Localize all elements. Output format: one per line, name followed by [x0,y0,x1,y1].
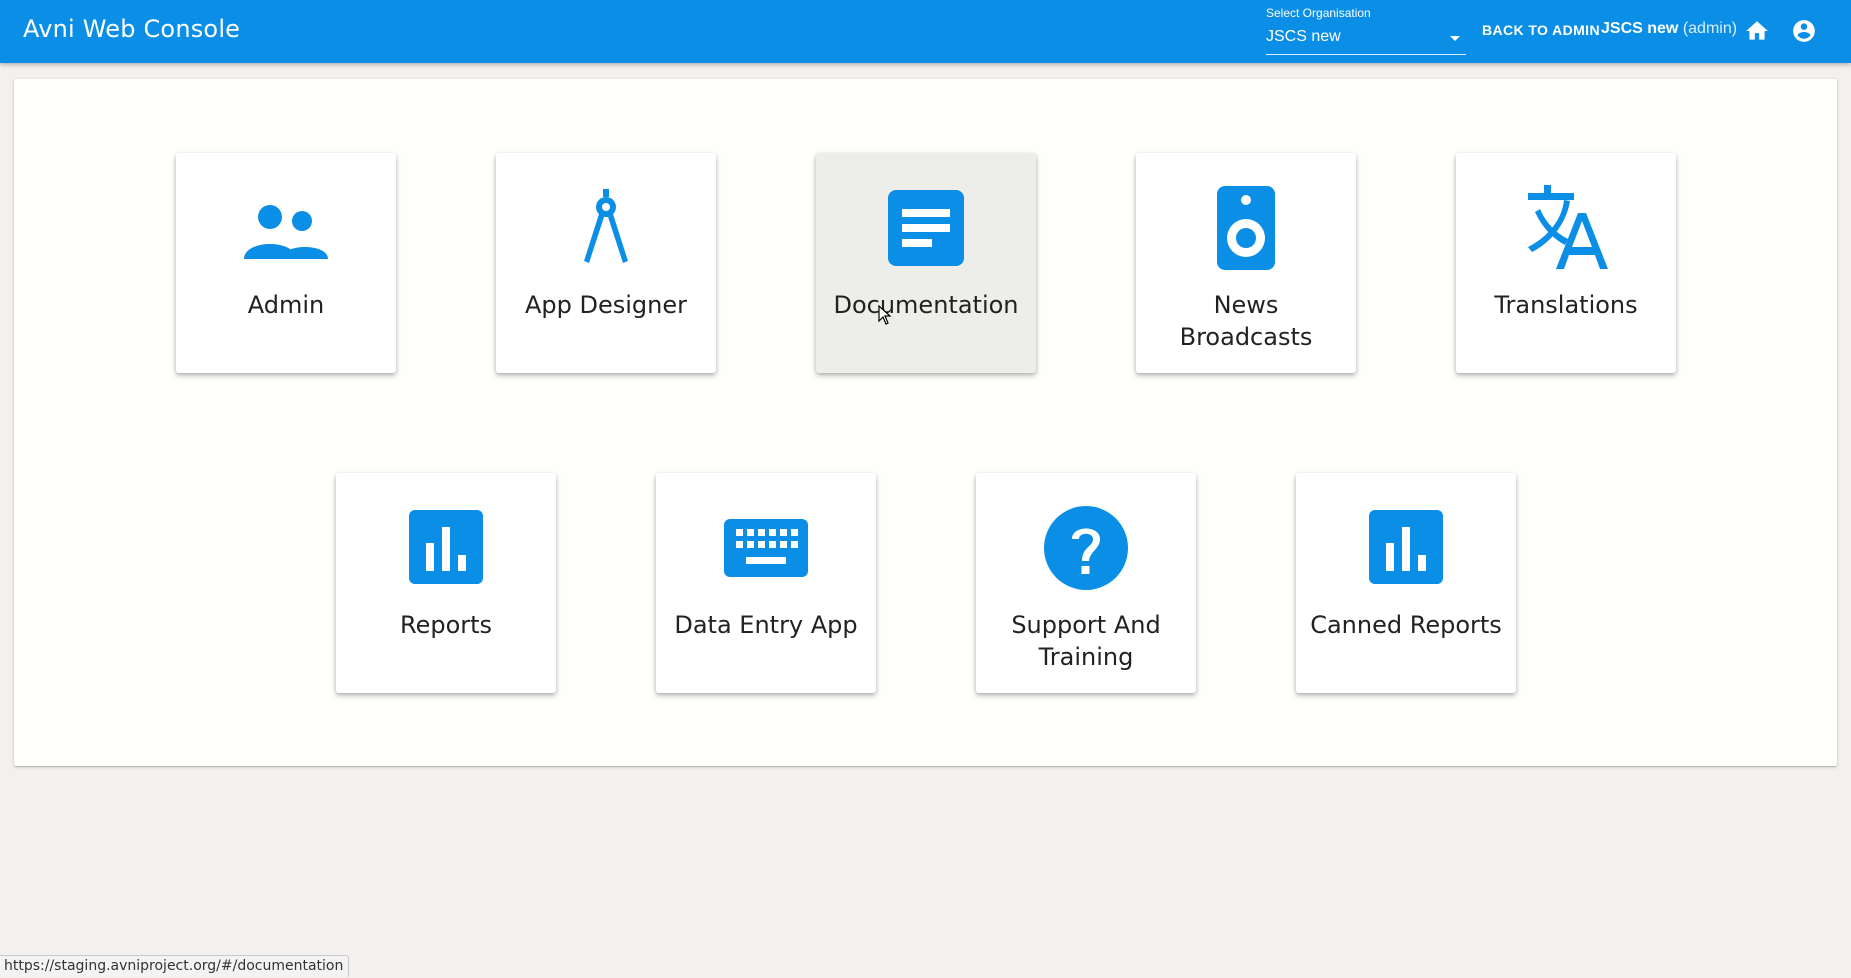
tile-canned-reports[interactable]: Canned Reports [1296,473,1516,693]
status-bar-url: https://staging.avniproject.org/#/docume… [0,955,350,977]
tile-label: Documentation [833,291,1019,319]
tile-label: News Broadcasts [1179,291,1313,351]
tile-documentation[interactable]: Documentation [816,153,1036,373]
tile-label: Admin [247,291,325,319]
tile-label: Translations [1494,291,1638,319]
assessment-icon [1369,510,1443,584]
tile-app-designer[interactable]: App Designer [496,153,716,373]
main-panel: Admin App Designer Documentation News Br… [14,79,1837,766]
user-role: (admin) [1682,20,1738,37]
tile-label: Reports [399,611,493,639]
tile-label: Support And Training [1011,611,1161,671]
account-circle-icon[interactable] [1791,18,1817,44]
assessment-icon [409,510,483,584]
tile-translations[interactable]: Translations [1456,153,1676,373]
help-icon [1044,506,1128,590]
description-icon [888,190,964,266]
tile-reports[interactable]: Reports [336,473,556,693]
dropdown-caret-icon [1450,36,1460,41]
tile-admin[interactable]: Admin [176,153,396,373]
tile-support-and-training[interactable]: Support And Training [976,473,1196,693]
tile-data-entry-app[interactable]: Data Entry App [656,473,876,693]
people-icon [244,205,328,259]
keyboard-icon [724,519,808,577]
translate-icon [1528,185,1608,269]
organisation-select-label: Select Organisation [1266,6,1371,20]
back-to-admin-button[interactable]: BACK TO ADMIN [1482,22,1600,38]
home-icon[interactable] [1744,18,1770,44]
speaker-icon [1217,186,1275,270]
tile-label: App Designer [524,291,687,319]
user-info: JSCS new (admin) [1601,20,1737,38]
organisation-select[interactable]: Select Organisation JSCS new [1266,6,1466,55]
user-name: JSCS new [1601,20,1679,37]
tile-label: Data Entry App [674,611,858,639]
app-bar: Avni Web Console Select Organisation JSC… [0,0,1851,63]
app-title: Avni Web Console [23,15,241,43]
compass-icon [584,189,628,263]
tile-news-broadcasts[interactable]: News Broadcasts [1136,153,1356,373]
tile-label: Canned Reports [1310,611,1502,639]
organisation-select-value: JSCS new [1266,28,1341,45]
